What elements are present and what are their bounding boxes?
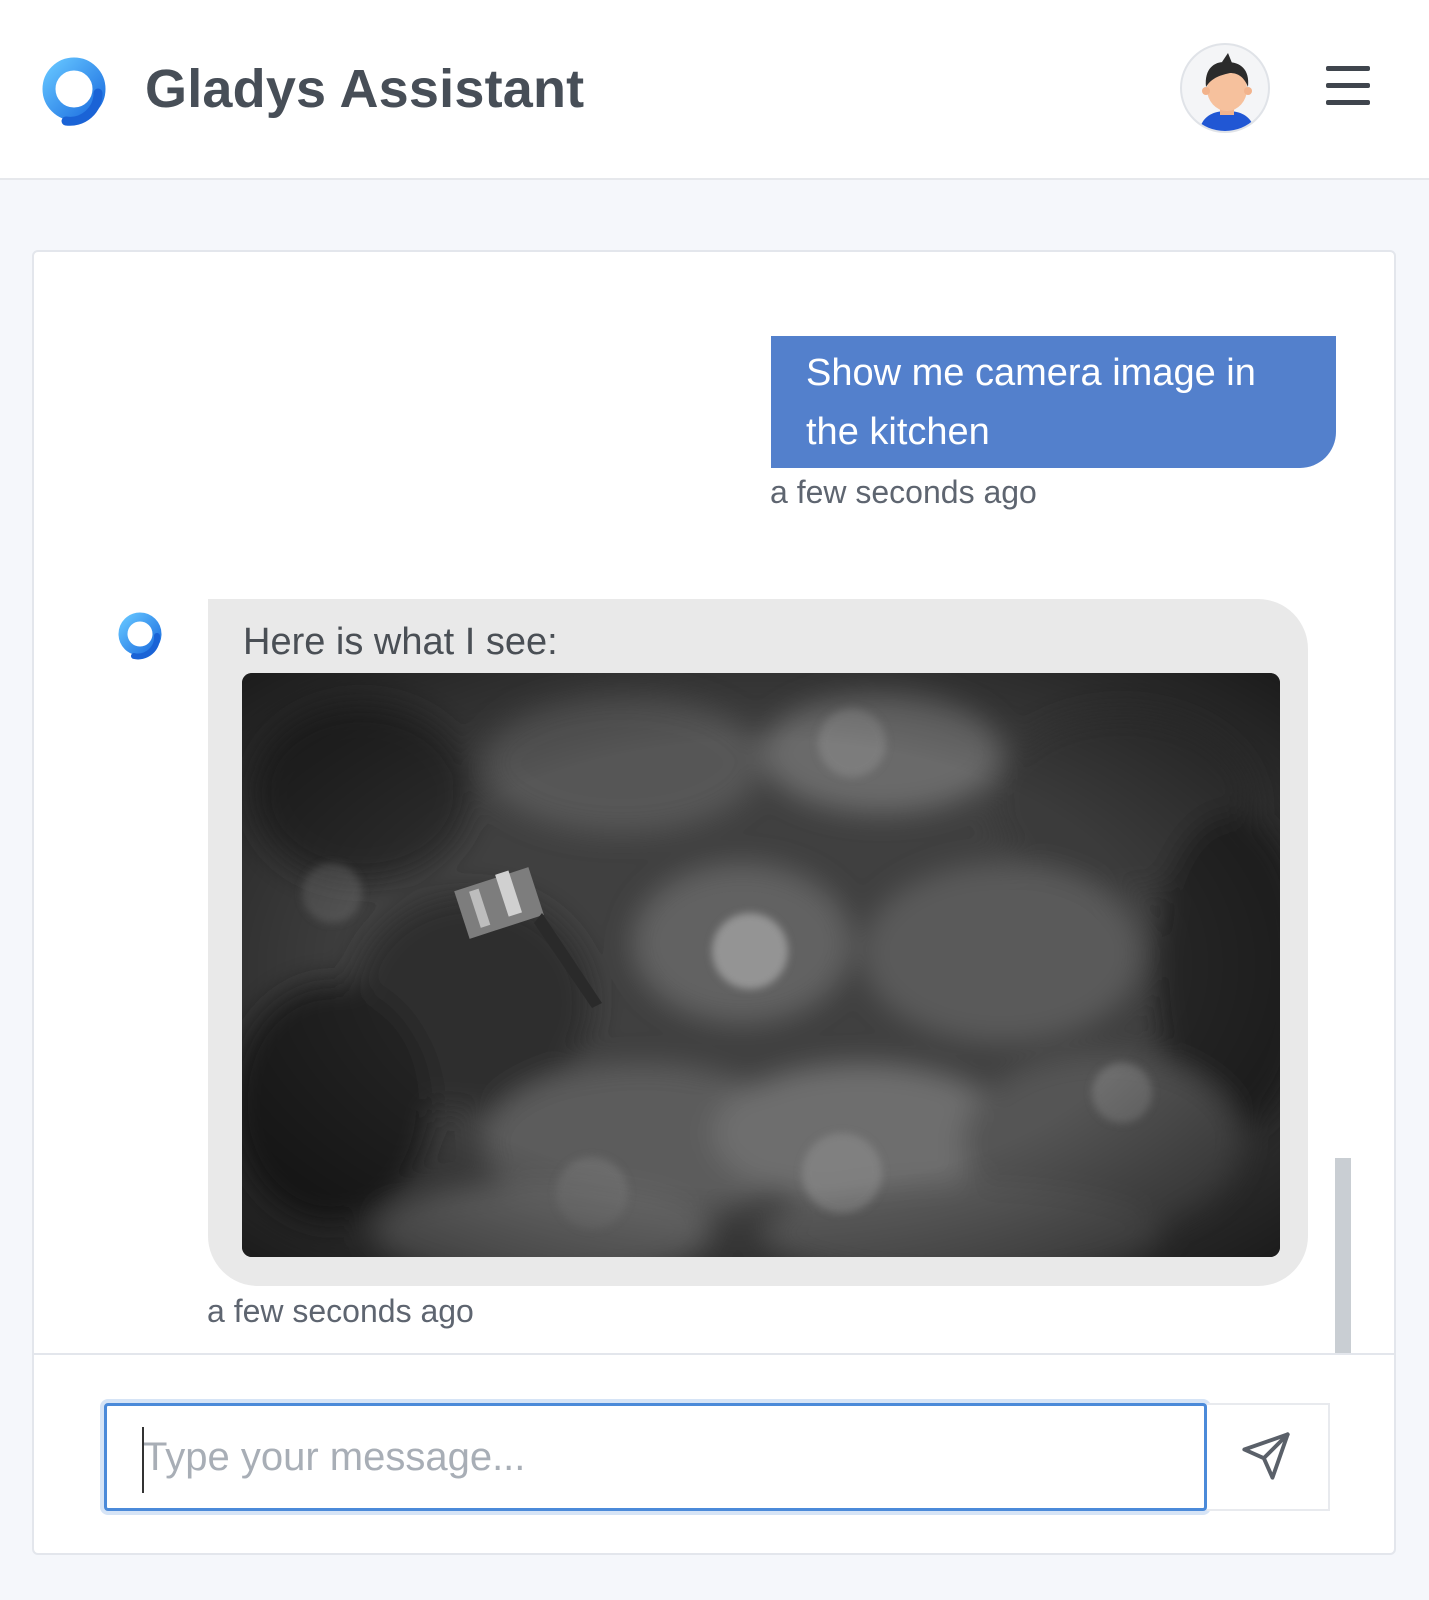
chat-scrollbar[interactable] <box>1335 1158 1351 1354</box>
gladys-logo-icon[interactable] <box>36 55 116 127</box>
text-caret <box>142 1427 144 1493</box>
send-button[interactable] <box>1207 1403 1330 1511</box>
user-avatar-icon[interactable] <box>1180 43 1270 133</box>
assistant-message-text: Here is what I see: <box>243 621 558 663</box>
gladys-bot-icon <box>118 612 162 660</box>
message-input[interactable] <box>104 1403 1207 1511</box>
send-icon <box>1242 1432 1290 1480</box>
assistant-message-bubble: Here is what I see: <box>208 599 1308 1286</box>
user-message-bubble: Show me camera image in the kitchen <box>771 336 1336 468</box>
top-navbar: Gladys Assistant <box>0 0 1429 180</box>
app-title[interactable]: Gladys Assistant <box>145 58 584 120</box>
chat-card: Show me camera image in the kitchen a fe… <box>32 250 1396 1555</box>
assistant-message-time: a few seconds ago <box>207 1293 474 1329</box>
composer-bar <box>34 1353 1394 1553</box>
user-message-time: a few seconds ago <box>770 474 1037 510</box>
hamburger-menu-icon[interactable] <box>1324 64 1372 108</box>
camera-image[interactable] <box>242 673 1280 1257</box>
